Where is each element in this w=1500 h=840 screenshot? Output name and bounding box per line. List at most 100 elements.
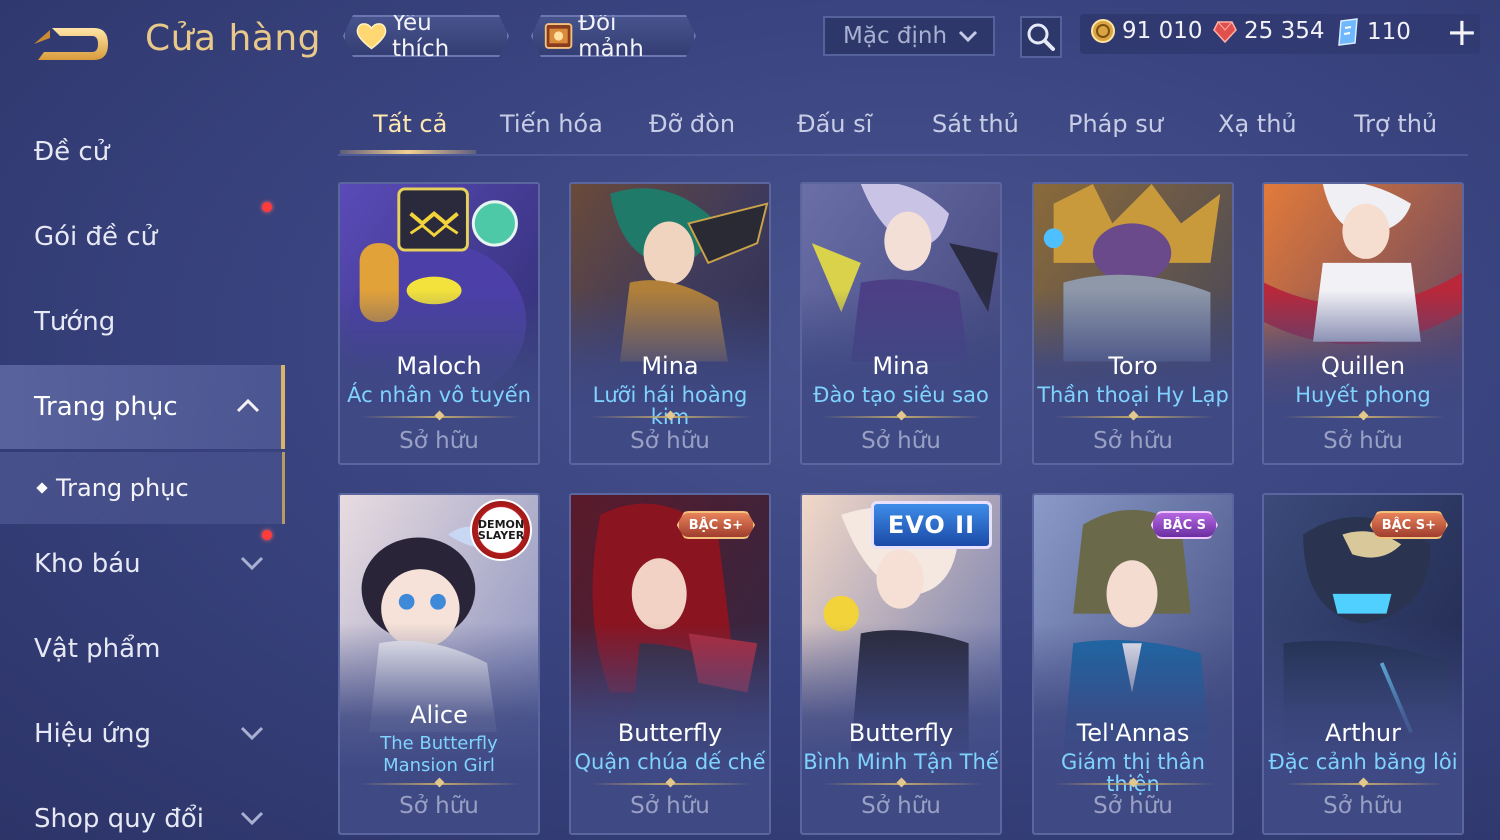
owned-status: Sở hữu: [399, 428, 479, 454]
hero-name: Mina: [641, 352, 699, 380]
skin-name: Quận chúa dế chế: [574, 750, 766, 774]
sidebar-item-heroes[interactable]: Tướng: [0, 280, 285, 364]
sidebar-item-label: Kho báu: [34, 549, 141, 579]
notification-dot: [262, 202, 272, 212]
tab-marksman[interactable]: Xạ thủ: [1218, 110, 1297, 138]
sidebar-item-label: Trang phục: [34, 392, 178, 422]
card-divider: [591, 416, 751, 418]
card-divider: [1054, 416, 1214, 418]
category-sidebar: Đề cử Gói đề cử Tướng Trang phục Trang p…: [0, 100, 288, 840]
hero-name: Maloch: [396, 352, 482, 380]
sidebar-item-label: Gói đề cử: [34, 222, 158, 252]
chevron-down-icon: [958, 30, 978, 43]
gold-currency: 91 010: [1090, 18, 1202, 44]
add-currency-button[interactable]: +: [1446, 13, 1478, 51]
voucher-currency: 110: [1335, 18, 1411, 46]
hero-name: Butterfly: [617, 719, 723, 747]
owned-status: Sở hữu: [1323, 793, 1403, 819]
tab-fighter[interactable]: Đấu sĩ: [797, 110, 872, 138]
skin-name: Bình Minh Tận Thế: [803, 750, 999, 774]
shard-exchange-label: Đổi mảnh: [578, 10, 644, 62]
sidebar-item-treasure[interactable]: Kho báu: [0, 522, 285, 606]
sidebar-item-skins[interactable]: Trang phục: [0, 365, 285, 449]
skin-card[interactable]: Quillen Huyết phong Sở hữu: [1262, 182, 1464, 465]
hero-name: Arthur: [1325, 719, 1401, 747]
owned-status: Sở hữu: [1093, 793, 1173, 819]
card-divider: [1284, 416, 1444, 418]
skin-card[interactable]: Mina Đào tạo siêu sao Sở hữu: [800, 182, 1002, 465]
chevron-down-icon: [240, 556, 264, 571]
tab-tank[interactable]: Đỡ đòn: [649, 110, 735, 138]
ruby-amount: 25 354: [1244, 18, 1325, 44]
owned-status: Sở hữu: [861, 793, 941, 819]
sidebar-item-label: Tướng: [34, 307, 116, 337]
plus-icon: +: [1446, 10, 1478, 54]
sidebar-item-recommended[interactable]: Đề cử: [0, 110, 285, 194]
hero-name: Tel'Annas: [1076, 719, 1190, 747]
tab-all[interactable]: Tất cả: [373, 110, 447, 138]
sidebar-item-effects[interactable]: Hiệu ứng: [0, 692, 285, 776]
card-divider: [822, 783, 982, 785]
owned-status: Sở hữu: [399, 793, 479, 819]
gold-amount: 91 010: [1122, 18, 1203, 44]
chevron-up-icon: [236, 398, 260, 413]
skin-card[interactable]: EVO II Butterfly Bình Minh Tận Thế Sở hữ…: [800, 493, 1002, 835]
page-title: Cửa hàng: [145, 18, 322, 59]
owned-status: Sở hữu: [630, 428, 710, 454]
card-divider: [822, 416, 982, 418]
shard-exchange-button[interactable]: Đổi mảnh: [531, 15, 696, 57]
tab-evolution[interactable]: Tiến hóa: [500, 110, 603, 138]
skin-card[interactable]: Mina Lưỡi hái hoàng kim Sở hữu: [569, 182, 771, 465]
collab-badge: DEMON SLAYER: [470, 499, 532, 561]
sidebar-subitem-skins[interactable]: Trang phục: [0, 452, 285, 524]
tab-support[interactable]: Trợ thủ: [1354, 110, 1437, 138]
back-arrow-icon: [34, 28, 108, 60]
voucher-amount: 110: [1367, 19, 1411, 45]
hero-name: Mina: [872, 352, 930, 380]
skin-name: Huyết phong: [1295, 383, 1431, 407]
skin-card[interactable]: Toro Thần thoại Hy Lạp Sở hữu: [1032, 182, 1234, 465]
role-tabs: Tất cả Tiến hóa Đỡ đòn Đấu sĩ Sát thủ Ph…: [338, 100, 1468, 156]
skin-card[interactable]: BẬC S+ Arthur Đặc cảnh băng lôi Sở hữu: [1262, 493, 1464, 835]
chevron-down-icon: [240, 726, 264, 741]
skin-name: The Butterfly Mansion Girl: [380, 733, 498, 776]
shard-chest-icon: [543, 20, 574, 52]
skin-name: Ác nhân vô tuyến: [347, 383, 531, 407]
owned-status: Sở hữu: [1323, 428, 1403, 454]
sidebar-item-recommended-bundles[interactable]: Gói đề cử: [0, 195, 285, 279]
skin-card[interactable]: Maloch Ác nhân vô tuyến Sở hữu: [338, 182, 540, 465]
ruby-currency: 25 354: [1212, 18, 1324, 44]
evolution-badge: EVO II: [870, 501, 992, 549]
card-divider: [1284, 783, 1444, 785]
hero-name: Quillen: [1320, 352, 1406, 380]
skin-name: Đặc cảnh băng lôi: [1268, 750, 1458, 774]
hero-name: Toro: [1108, 352, 1158, 380]
sort-value: Mặc định: [843, 23, 948, 49]
back-button[interactable]: [30, 22, 114, 66]
bullet-icon: [36, 482, 48, 494]
skin-card[interactable]: DEMON SLAYER Alice The Butterfly Mansion…: [338, 493, 540, 835]
sidebar-item-label: Vật phẩm: [34, 634, 161, 664]
tab-assassin[interactable]: Sát thủ: [932, 110, 1019, 138]
sidebar-subitem-label: Trang phục: [56, 474, 189, 502]
tab-mage[interactable]: Pháp sư: [1068, 110, 1163, 138]
sidebar-item-items[interactable]: Vật phẩm: [0, 607, 285, 691]
tier-badge: BẬC S+: [1370, 511, 1448, 539]
sort-dropdown[interactable]: Mặc định: [823, 16, 995, 56]
sidebar-item-exchange-shop[interactable]: Shop quy đổi: [0, 777, 285, 840]
skin-card[interactable]: BẬC S+ Butterfly Quận chúa dế chế Sở hữu: [569, 493, 771, 835]
favorites-button[interactable]: Yêu thích: [343, 15, 509, 57]
search-button[interactable]: [1020, 16, 1062, 58]
top-bar: Cửa hàng Yêu thích Đổi mảnh Mặc định 91 …: [0, 0, 1500, 86]
skin-card[interactable]: BẬC S Tel'Annas Giám thị thân thiện Sở h…: [1032, 493, 1234, 835]
ruby-gem-icon: [1213, 21, 1237, 44]
card-divider: [360, 416, 520, 418]
owned-status: Sở hữu: [1093, 428, 1173, 454]
card-divider: [1054, 783, 1214, 785]
heart-icon: [355, 21, 388, 51]
card-divider: [591, 783, 751, 785]
skin-name: Đào tạo siêu sao: [813, 383, 989, 407]
sidebar-item-label: Đề cử: [34, 137, 110, 167]
notification-dot: [262, 530, 272, 540]
sidebar-item-label: Hiệu ứng: [34, 719, 151, 749]
